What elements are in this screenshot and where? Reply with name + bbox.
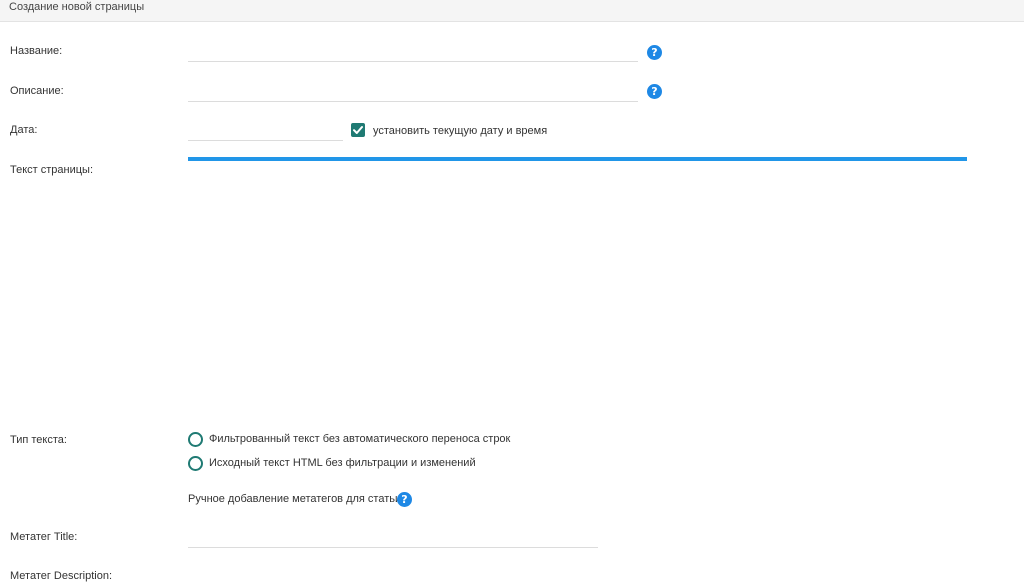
text-type-html-label[interactable]: Исходный текст HTML без фильтрации и изм… [209, 457, 476, 469]
page-text-label: Текст страницы: [10, 164, 94, 176]
description-input[interactable] [188, 85, 638, 102]
name-input[interactable] [188, 45, 638, 62]
meta-title-label: Метатег Title: [10, 531, 78, 543]
page-title: Создание новой страницы [9, 1, 145, 13]
meta-title-input[interactable] [188, 531, 598, 548]
text-type-filtered-radio[interactable] [188, 432, 203, 447]
name-label: Название: [10, 45, 63, 57]
text-type-filtered-label[interactable]: Фильтрованный текст без автоматического … [209, 433, 510, 445]
meta-manual-label[interactable]: Ручное добавление метатегов для статьи [188, 493, 401, 505]
description-label: Описание: [10, 85, 64, 97]
current-date-checkbox[interactable] [351, 123, 365, 137]
panel-header: Создание новой страницы [0, 0, 1024, 22]
text-type-html-radio[interactable] [188, 456, 203, 471]
date-input[interactable] [188, 124, 343, 141]
editor-toolbar-bar[interactable] [188, 157, 967, 161]
meta-description-label: Метатег Description: [10, 570, 113, 582]
description-help-icon[interactable]: ? [647, 84, 662, 99]
checkmark-icon [353, 126, 363, 134]
date-label: Дата: [10, 124, 38, 136]
meta-manual-help-icon[interactable]: ? [397, 492, 412, 507]
current-date-label[interactable]: установить текущую дату и время [373, 125, 547, 137]
name-help-icon[interactable]: ? [647, 45, 662, 60]
text-type-label: Тип текста: [10, 434, 67, 446]
